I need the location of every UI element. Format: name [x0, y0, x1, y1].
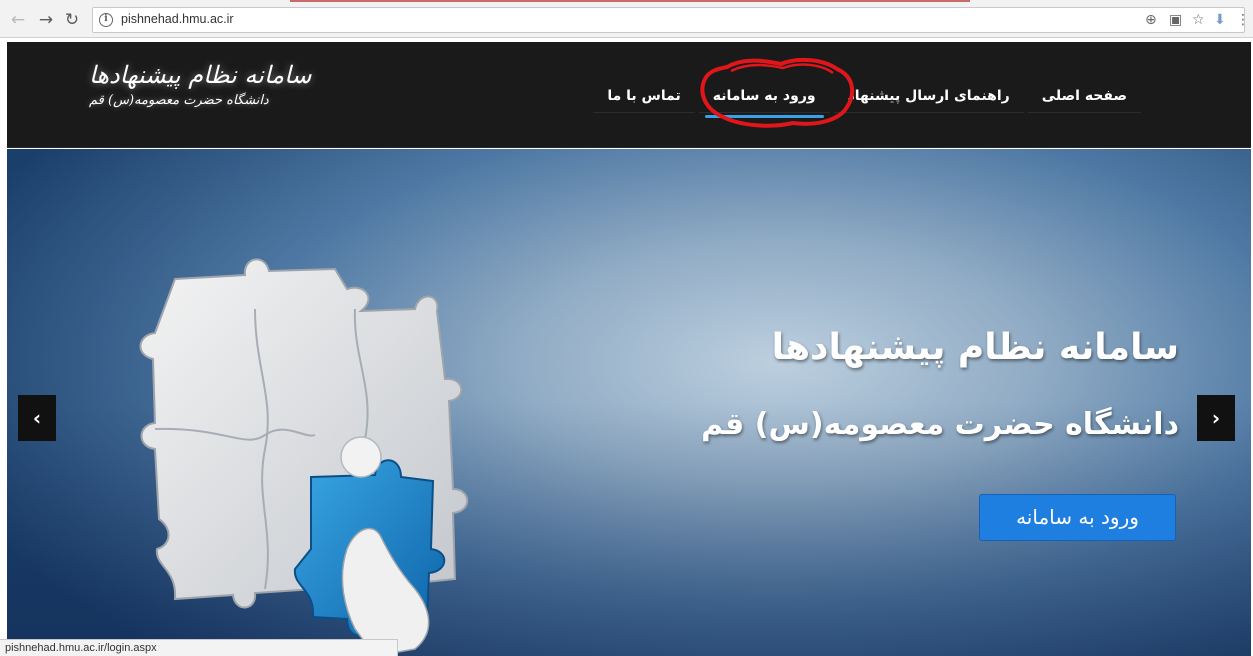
- tab-strip-edge: [290, 0, 970, 2]
- address-bar[interactable]: i pishnehad.hmu.ac.ir ⊕ ▣ ☆ ⬇ ⋮: [92, 7, 1250, 33]
- slider-prev-button[interactable]: ‹: [18, 395, 56, 441]
- info-icon[interactable]: i: [99, 13, 113, 27]
- download-icon[interactable]: ⬇: [1214, 12, 1226, 28]
- menu-item-guide[interactable]: راهنمای ارسال پیشنهاد: [833, 80, 1024, 113]
- menu-item-contact[interactable]: تماس با ما: [593, 80, 695, 113]
- translate-icon[interactable]: ▣: [1169, 12, 1182, 28]
- status-bar-url: pishnehad.hmu.ac.ir/login.aspx: [0, 639, 398, 656]
- site-header: سامانه نظام پیشنهادها دانشگاه حضرت معصوم…: [7, 42, 1251, 148]
- site-logo[interactable]: سامانه نظام پیشنهادها دانشگاه حضرت معصوم…: [89, 60, 319, 130]
- address-url[interactable]: pishnehad.hmu.ac.ir: [121, 12, 234, 26]
- menu-icon[interactable]: ⋮: [1236, 12, 1250, 28]
- back-arrow-icon[interactable]: ←: [8, 10, 28, 30]
- slider-next-button[interactable]: ›: [1197, 395, 1235, 441]
- hero-slider: سامانه نظام پیشنهادها دانشگاه حضرت معصوم…: [7, 149, 1251, 656]
- login-button[interactable]: ورود به سامانه: [979, 494, 1176, 541]
- menu-item-login[interactable]: ورود به سامانه: [698, 80, 830, 118]
- zoom-icon[interactable]: ⊕: [1145, 12, 1157, 28]
- hero-subtitle: دانشگاه حضرت معصومه(س) قم: [701, 407, 1179, 442]
- logo-title: سامانه نظام پیشنهادها: [89, 61, 312, 89]
- forward-arrow-icon[interactable]: →: [36, 10, 56, 30]
- hero-title: سامانه نظام پیشنهادها: [771, 327, 1179, 368]
- reload-icon[interactable]: ↻: [62, 10, 82, 30]
- main-menu: صفحه اصلی راهنمای ارسال پیشنهاد ورود به …: [589, 78, 1141, 118]
- puzzle-illustration: [139, 258, 469, 656]
- menu-item-home[interactable]: صفحه اصلی: [1027, 80, 1141, 113]
- browser-toolbar: ← → ↻ i pishnehad.hmu.ac.ir ⊕ ▣ ☆ ⬇ ⋮: [0, 4, 1253, 38]
- chevron-right-icon: ›: [1211, 406, 1221, 430]
- star-icon[interactable]: ☆: [1192, 12, 1205, 28]
- chevron-left-icon: ‹: [32, 406, 42, 430]
- logo-subtitle: دانشگاه حضرت معصومه(س) قم: [89, 93, 269, 108]
